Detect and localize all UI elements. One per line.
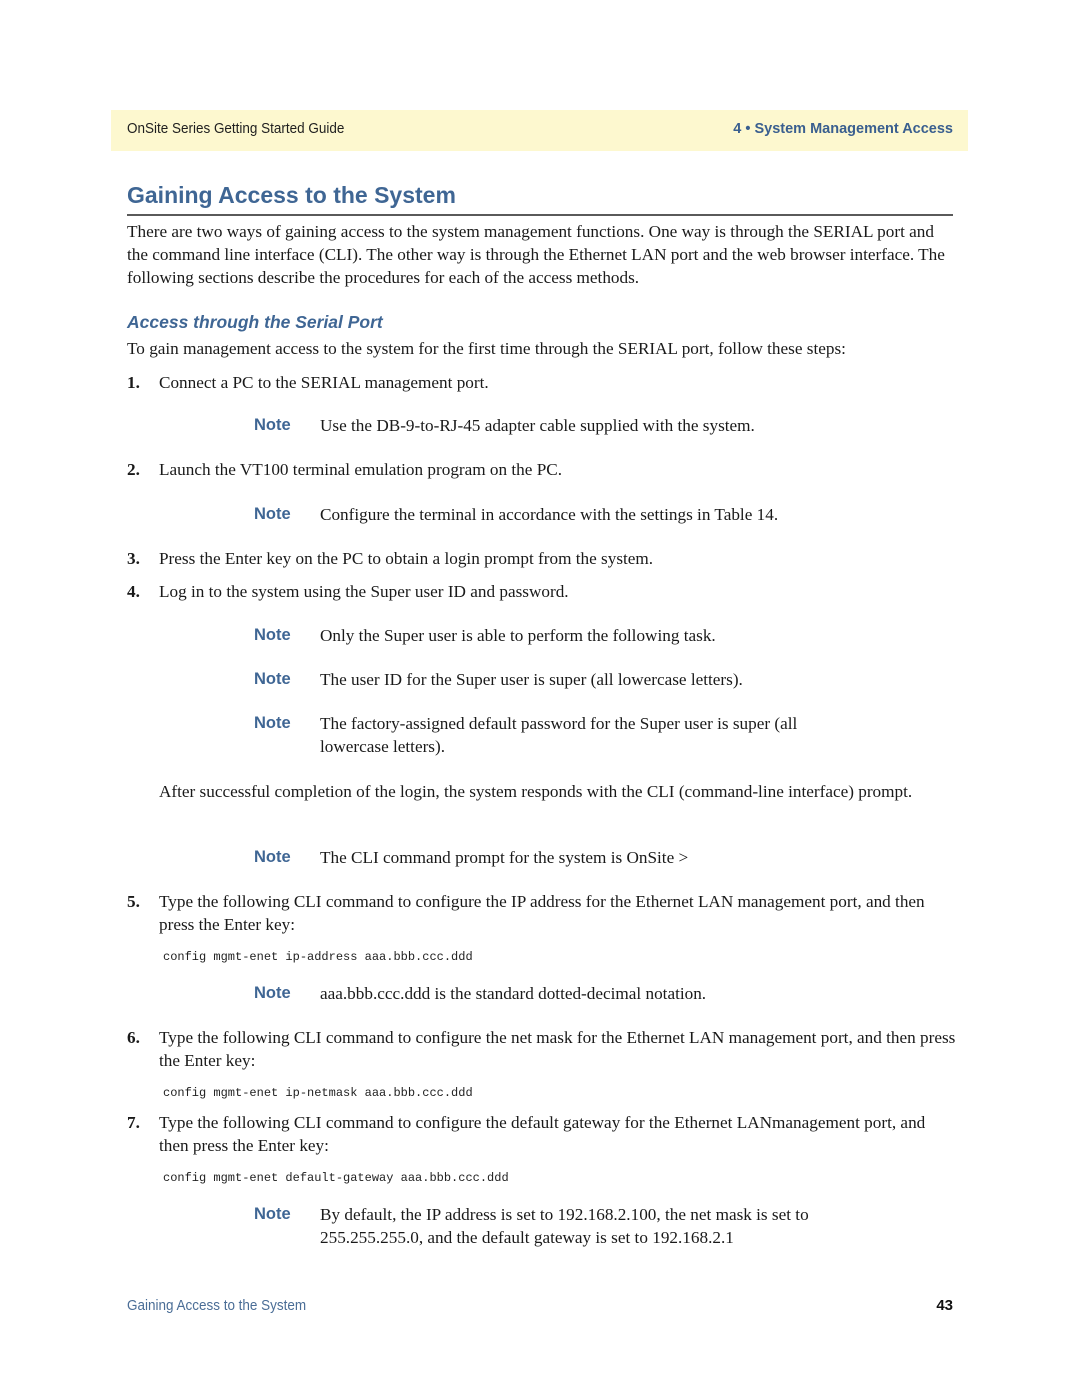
cli-command-ip-netmask: config mgmt-enet ip-netmask aaa.bbb.ccc.… (163, 1086, 473, 1100)
note-text: Use the DB-9-to-RJ-45 adapter cable supp… (320, 416, 755, 435)
step-number: 6. (127, 1028, 140, 1047)
header-guide-title: OnSite Series Getting Started Guide (127, 121, 345, 137)
note-text: Configure the terminal in accordance wit… (320, 505, 779, 524)
note-label: Note (254, 714, 291, 732)
running-header: OnSite Series Getting Started Guide 4 • … (111, 110, 968, 151)
step-number: 3. (127, 549, 140, 568)
note-text: The factory-assigned default password fo… (320, 714, 798, 756)
step-text: Launch the VT100 terminal emulation prog… (159, 460, 563, 479)
step-number: 2. (127, 460, 140, 479)
step-number: 7. (127, 1113, 140, 1132)
intro-paragraph: There are two ways of gaining access to … (127, 222, 945, 287)
note-label: Note (254, 848, 291, 866)
step-text: Type the following CLI command to config… (159, 892, 925, 934)
step-text: Type the following CLI command to config… (159, 1028, 956, 1070)
step-text: Type the following CLI command to config… (159, 1113, 926, 1155)
step-number: 1. (127, 373, 140, 392)
note-text: The CLI command prompt for the system is… (320, 848, 689, 867)
page-title: Gaining Access to the System (127, 182, 456, 208)
step-text: Log in to the system using the Super use… (159, 582, 569, 601)
note-text: The user ID for the Super user is super … (320, 670, 743, 689)
section-heading: Access through the Serial Port (127, 312, 383, 332)
note-label: Note (254, 505, 291, 523)
cli-command-default-gateway: config mgmt-enet default-gateway aaa.bbb… (163, 1171, 509, 1185)
note-label: Note (254, 1205, 291, 1223)
note-text: aaa.bbb.ccc.ddd is the standard dotted-d… (320, 984, 707, 1003)
after-login-paragraph: After successful completion of the login… (159, 782, 913, 801)
note-text: By default, the IP address is set to 192… (320, 1205, 809, 1247)
note-label: Note (254, 416, 291, 434)
step-number: 5. (127, 892, 140, 911)
note-label: Note (254, 670, 291, 688)
header-chapter-title: 4 • System Management Access (733, 121, 953, 137)
note-text: Only the Super user is able to perform t… (320, 626, 716, 645)
step-text: Connect a PC to the SERIAL management po… (159, 373, 489, 392)
section-lead: To gain management access to the system … (127, 339, 846, 358)
footer-section-title: Gaining Access to the System (127, 1298, 307, 1314)
step-number: 4. (127, 582, 140, 601)
step-text: Press the Enter key on the PC to obtain … (159, 549, 654, 568)
note-label: Note (254, 984, 291, 1002)
cli-command-ip-address: config mgmt-enet ip-address aaa.bbb.ccc.… (163, 950, 473, 964)
page-number: 43 (936, 1297, 953, 1314)
note-label: Note (254, 626, 291, 644)
title-divider (127, 214, 953, 216)
